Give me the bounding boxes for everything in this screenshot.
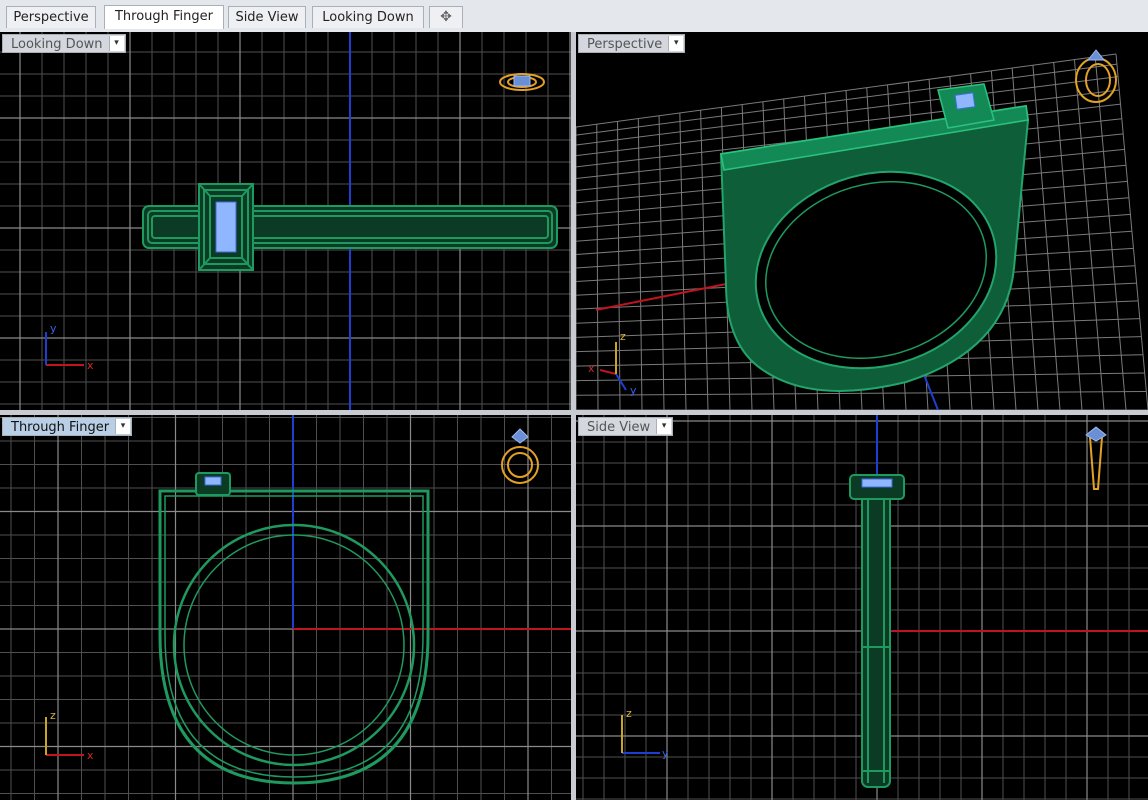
grid-line [596,124,599,410]
perspective-canvas: z x y [576,49,1148,410]
ring-preview-icon [499,73,545,91]
viewport-splitter-vertical[interactable] [571,32,576,800]
viewport-title-looking-down[interactable]: Looking Down ▾ [2,34,126,53]
tab-perspective[interactable]: Perspective [6,6,96,28]
svg-text:x: x [588,362,595,375]
looking-down-canvas: y x [0,32,571,410]
ring-preview-icon [1085,426,1107,490]
viewport-through-finger[interactable]: z x Through Finger ▾ [0,415,571,800]
tab-side-view[interactable]: Side View [228,6,306,28]
chevron-down-icon[interactable]: ▾ [668,36,684,51]
side-view-canvas: z y [576,415,1148,800]
viewport-looking-down[interactable]: y x Looking Down ▾ [0,32,571,410]
tab-through-finger[interactable]: Through Finger [104,5,224,29]
add-tab-plus-icon[interactable]: ✥ [429,6,463,28]
axis-icon: z x y [588,330,637,397]
svg-text:z: z [620,330,626,343]
gemstone [204,476,222,486]
through-finger-canvas: z x [0,415,571,800]
grid [0,415,571,800]
ring-model [719,83,1030,392]
svg-text:z: z [626,707,632,720]
svg-text:x: x [87,749,94,762]
svg-text:y: y [662,747,669,760]
viewport-side-view[interactable]: z y Side View ▾ [576,415,1148,800]
ring-preview-icon [501,428,539,484]
viewport-tab-bar: Perspective Through Finger Side View Loo… [0,0,1148,33]
viewport-perspective[interactable]: z x y Perspective ▾ [576,32,1148,410]
svg-text:x: x [87,359,94,372]
chevron-down-icon[interactable]: ▾ [115,419,131,434]
svg-text:y: y [50,322,57,335]
grid-line [617,121,621,410]
axis-icon: z x [45,709,94,762]
viewport-title-through-finger[interactable]: Through Finger ▾ [2,417,133,436]
tab-looking-down[interactable]: Looking Down [312,6,424,28]
viewport-splitter-horizontal[interactable] [0,410,1148,415]
axis-icon: y x [45,322,94,372]
chevron-down-icon[interactable]: ▾ [656,419,672,434]
viewport-title-perspective[interactable]: Perspective ▾ [578,34,686,53]
gemstone [861,478,893,488]
grid-major [0,415,571,800]
ring-preview-icon [1075,49,1117,103]
svg-text:z: z [50,709,56,722]
chevron-down-icon[interactable]: ▾ [108,36,124,51]
svg-text:y: y [630,384,637,397]
gemstone [215,201,237,253]
viewport-title-side-view[interactable]: Side View ▾ [578,417,674,436]
